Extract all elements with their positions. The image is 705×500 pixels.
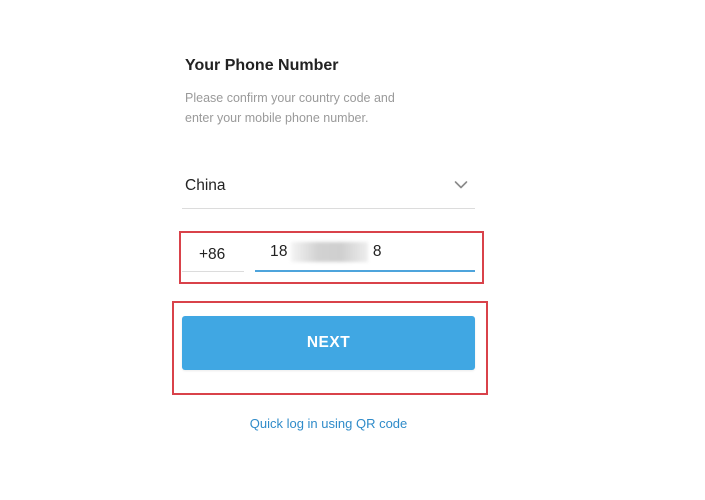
redacted-blur [291,242,368,262]
country-code-input[interactable] [182,238,244,272]
phone-number-prefix: 18 [270,243,288,260]
country-select-value: China [185,177,226,194]
next-button[interactable]: NEXT [182,316,475,370]
chevron-down-icon [454,181,468,189]
phone-number-suffix: 8 [372,243,382,260]
phone-number-input[interactable]: 18 8 [255,238,475,272]
qr-login-link[interactable]: Quick log in using QR code [182,416,475,431]
page-title: Your Phone Number [185,57,339,74]
login-page: Your Phone Number Please confirm your co… [0,0,705,500]
page-subtitle: Please confirm your country code and ent… [185,91,395,125]
country-select[interactable]: China [182,168,475,209]
